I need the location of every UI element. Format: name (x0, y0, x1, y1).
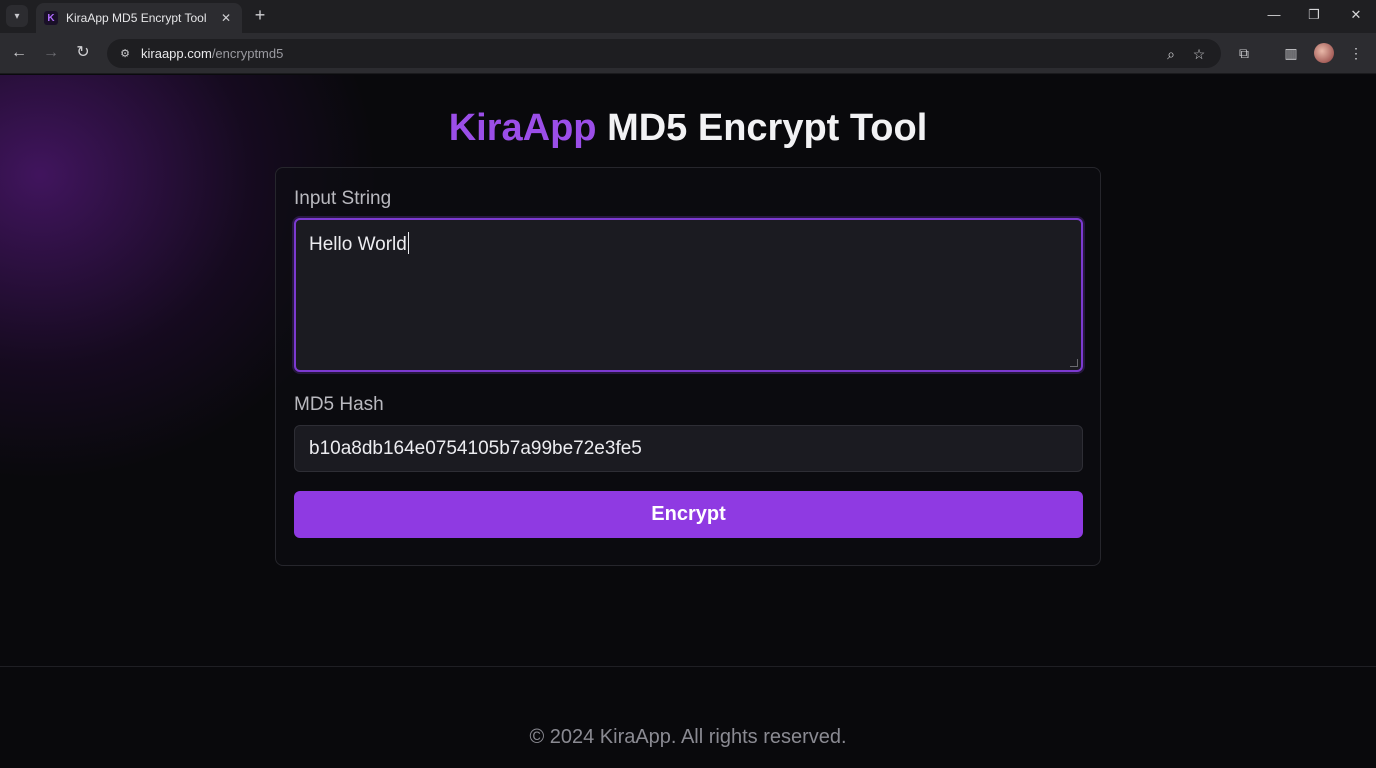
tab-strip: ▾ K KiraApp MD5 Encrypt Tool ✕ + — ❐ ✕ (0, 0, 1376, 33)
text-caret (407, 232, 409, 254)
site-info-icon[interactable]: ⚙ (117, 46, 133, 62)
md5-hash-output[interactable]: b10a8db164e0754105b7a99be72e3fe5 (294, 425, 1083, 472)
menu-kebab-icon[interactable]: ⋮ (1346, 43, 1366, 63)
extensions-puzzle-icon[interactable]: ⧉ (1234, 43, 1254, 63)
tab-title: KiraApp MD5 Encrypt Tool (66, 11, 207, 25)
encrypt-button[interactable]: Encrypt (294, 491, 1083, 538)
restore-window-icon[interactable]: ❐ (1302, 4, 1326, 26)
brand-name: KiraApp (448, 107, 597, 149)
minimize-window-icon[interactable]: — (1262, 4, 1286, 26)
back-arrow-icon[interactable]: ← (8, 42, 30, 64)
resize-grip-icon[interactable] (1070, 359, 1078, 367)
footer-divider (0, 666, 1376, 667)
zoom-icon[interactable]: ⌕ (1162, 45, 1180, 63)
bookmark-star-icon[interactable]: ☆ (1190, 45, 1208, 63)
md5-hash-value: b10a8db164e0754105b7a99be72e3fe5 (309, 437, 642, 459)
browser-tab[interactable]: K KiraApp MD5 Encrypt Tool ✕ (36, 3, 242, 33)
side-panel-icon[interactable]: ▥ (1281, 43, 1301, 63)
browser-toolbar: ← → ↻ ⚙ kiraapp.com/encryptmd5 ⌕ ☆ ⧉ ▥ ⋮ (0, 33, 1376, 74)
reload-icon[interactable]: ↻ (72, 42, 94, 64)
footer-copyright: © 2024 KiraApp. All rights reserved. (529, 726, 847, 748)
input-string-textarea[interactable]: Hello World (294, 218, 1083, 372)
address-bar[interactable]: ⚙ kiraapp.com/encryptmd5 ⌕ ☆ (107, 39, 1221, 68)
close-window-icon[interactable]: ✕ (1344, 4, 1368, 26)
close-tab-icon[interactable]: ✕ (218, 11, 234, 25)
new-tab-plus-icon[interactable]: + (250, 5, 270, 25)
kiraapp-favicon-icon: K (44, 11, 58, 25)
input-string-value: Hello World (309, 234, 407, 255)
tab-search-chevron-icon[interactable]: ▾ (6, 5, 28, 27)
md5-hash-label: MD5 Hash (294, 394, 384, 415)
url-host: kiraapp.com (141, 46, 212, 61)
page-title: KiraApp MD5 Encrypt Tool (0, 107, 1376, 150)
page-content: KiraApp MD5 Encrypt Tool Input String He… (0, 75, 1376, 768)
profile-avatar[interactable] (1314, 43, 1334, 63)
input-string-label: Input String (294, 188, 392, 209)
url-path: /encryptmd5 (211, 46, 284, 61)
encrypt-card: Input String Hello World MD5 Hash b10a8d… (275, 167, 1101, 566)
forward-arrow-icon[interactable]: → (40, 42, 62, 64)
page-title-text: MD5 Encrypt Tool (596, 107, 928, 149)
